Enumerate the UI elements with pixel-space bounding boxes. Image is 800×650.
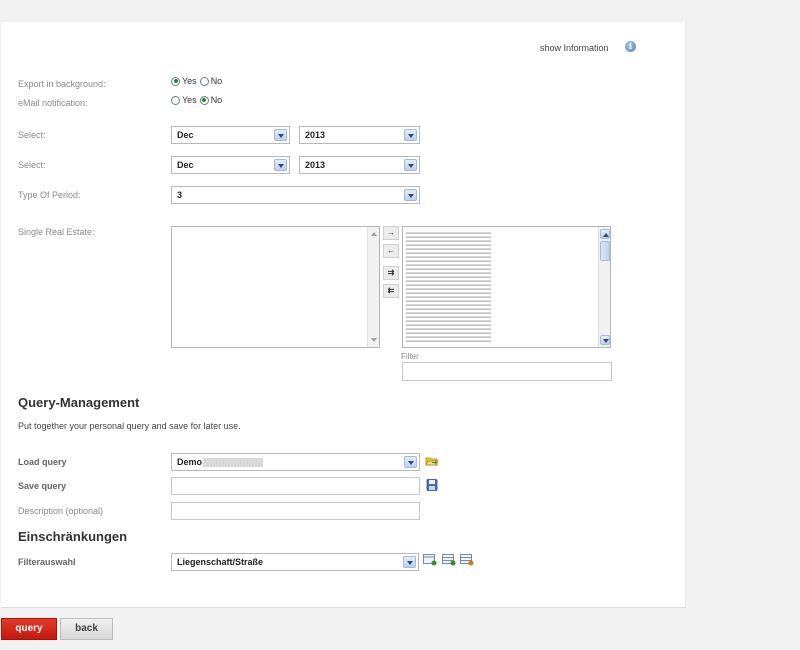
chevron-down-icon bbox=[404, 159, 417, 171]
select-to-year-value: 2013 bbox=[305, 160, 326, 170]
description-input[interactable] bbox=[171, 502, 420, 520]
filter-input[interactable] bbox=[402, 362, 612, 381]
save-query-label: Save query bbox=[18, 481, 67, 491]
select-to-month-value: Dec bbox=[177, 160, 194, 170]
chevron-down-icon bbox=[404, 456, 417, 468]
save-query-input[interactable] bbox=[171, 477, 420, 495]
export-background-no-radio[interactable] bbox=[199, 76, 209, 86]
email-notification-no-label: No bbox=[210, 95, 223, 105]
move-right-button[interactable]: → bbox=[383, 226, 399, 240]
description-label: Description (optional) bbox=[18, 506, 104, 516]
email-notification-yes-radio[interactable] bbox=[171, 95, 180, 105]
redacted-query-name bbox=[203, 457, 264, 467]
selected-estates-listbox[interactable] bbox=[402, 226, 611, 348]
filter-selection-value: Liegenschaft/Straße bbox=[177, 557, 264, 567]
filter-selection-label: Filterauswahl bbox=[18, 557, 76, 567]
show-information-link[interactable]: show Information bbox=[540, 43, 609, 53]
scroll-up-icon[interactable] bbox=[369, 229, 379, 239]
query-button[interactable]: query bbox=[1, 618, 57, 640]
select-from-label: Select: bbox=[18, 130, 46, 140]
query-management-description: Put together your personal query and sav… bbox=[18, 421, 241, 431]
export-background-label: Export in background: bbox=[18, 79, 106, 89]
load-query-select[interactable]: Demo bbox=[171, 453, 420, 471]
redacted-list-items bbox=[406, 230, 491, 344]
period-type-label: Type Of Period: bbox=[18, 190, 81, 200]
move-all-left-button[interactable]: ⇇ bbox=[383, 284, 399, 298]
scroll-down-icon[interactable] bbox=[369, 335, 379, 345]
select-to-month[interactable]: Dec bbox=[171, 156, 290, 174]
available-estates-listbox[interactable] bbox=[171, 226, 380, 348]
back-button[interactable]: back bbox=[60, 618, 113, 640]
period-type-value: 3 bbox=[177, 190, 183, 200]
export-background-yes-label: Yes bbox=[182, 76, 197, 86]
move-left-button[interactable]: ← bbox=[383, 244, 399, 258]
export-background-yes-radio[interactable] bbox=[171, 76, 180, 86]
open-folder-icon[interactable] bbox=[425, 455, 439, 467]
add-filter-icon[interactable] bbox=[423, 554, 437, 566]
remove-row-icon[interactable] bbox=[460, 554, 474, 566]
select-from-month-value: Dec bbox=[177, 130, 194, 140]
main-panel: show Information i Export in background:… bbox=[1, 22, 686, 608]
chevron-down-icon bbox=[403, 556, 416, 568]
load-query-value: Demo bbox=[177, 457, 203, 467]
scroll-down-icon[interactable] bbox=[600, 335, 610, 345]
export-background-no-label: No bbox=[210, 76, 223, 86]
save-disk-icon[interactable] bbox=[425, 479, 439, 491]
select-from-year-value: 2013 bbox=[305, 130, 326, 140]
available-estates-scrollbar[interactable] bbox=[367, 227, 379, 347]
filter-selection-select[interactable]: Liegenschaft/Straße bbox=[171, 553, 419, 571]
email-notification-radio-group: Yes No bbox=[171, 95, 225, 105]
select-to-year[interactable]: 2013 bbox=[299, 156, 420, 174]
move-buttons: → ← ⇉ ⇇ bbox=[383, 226, 399, 298]
scroll-up-icon[interactable] bbox=[600, 229, 610, 239]
period-type-select[interactable]: 3 bbox=[171, 186, 420, 204]
filter-label: Filter bbox=[401, 352, 419, 361]
select-from-month[interactable]: Dec bbox=[171, 126, 290, 144]
export-background-radio-group: Yes No bbox=[171, 76, 225, 86]
real-estate-label: Single Real Estate: bbox=[18, 227, 95, 237]
chevron-down-icon bbox=[274, 159, 287, 171]
chevron-down-icon bbox=[404, 189, 417, 201]
select-from-year[interactable]: 2013 bbox=[299, 126, 420, 144]
load-query-label: Load query bbox=[18, 457, 67, 467]
selected-estates-scrollbar[interactable] bbox=[598, 227, 610, 347]
move-all-right-button[interactable]: ⇉ bbox=[383, 266, 399, 280]
query-management-title: Query-Management bbox=[18, 395, 140, 410]
chevron-down-icon bbox=[274, 129, 287, 141]
email-notification-no-radio[interactable] bbox=[199, 95, 209, 105]
email-notification-label: eMail notification: bbox=[18, 98, 88, 108]
chevron-down-icon bbox=[404, 129, 417, 141]
add-row-icon[interactable] bbox=[442, 554, 456, 566]
restrictions-title: Einschränkungen bbox=[18, 529, 128, 544]
info-icon[interactable]: i bbox=[625, 41, 636, 52]
email-notification-yes-label: Yes bbox=[182, 95, 197, 105]
select-to-label: Select: bbox=[18, 160, 46, 170]
scroll-thumb[interactable] bbox=[600, 241, 610, 261]
